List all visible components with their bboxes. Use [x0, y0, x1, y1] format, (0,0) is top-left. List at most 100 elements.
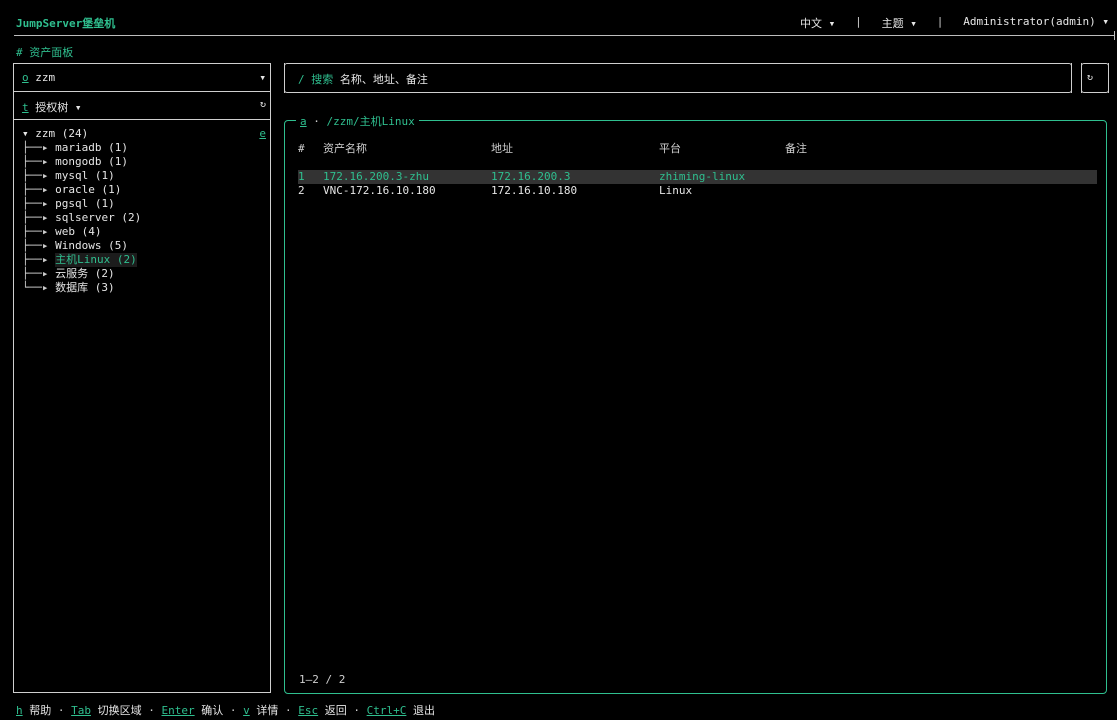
tree-tab-divider: [13, 119, 271, 120]
footer-hints: h 帮助 · Tab 切换区域 · Enter 确认 · v 详情 · Esc …: [16, 702, 435, 718]
tree-node-label: 数据库 (3): [55, 281, 115, 294]
header-divider-tick: [1114, 31, 1115, 40]
table-row[interactable]: 2 VNC-172.16.10.180 172.16.10.180 Linux: [298, 184, 1097, 198]
tree-connector: ├──▸: [22, 183, 56, 196]
header-menu: 中文 ▾ | 主题 ▾ | Administrator(admin) ▾: [800, 15, 1109, 31]
chevron-down-icon: ▾: [910, 17, 917, 30]
asset-tree: ▾ zzm (24) e ├──▸ mariadb (1) ├──▸ mongod…: [22, 127, 266, 295]
tree-connector: ├──▸: [22, 211, 56, 224]
tree-node-label: web (4): [55, 225, 102, 238]
chevron-down-icon: ▾: [259, 71, 266, 84]
theme-label: 主题: [881, 17, 904, 30]
pagination: 1–2 / 2: [299, 673, 346, 686]
tree-node[interactable]: ├──▸ mongodb (1): [22, 155, 266, 169]
tree-connector: ├──▸: [22, 267, 56, 280]
language-label: 中文: [800, 17, 823, 30]
footer-key: Enter: [161, 704, 195, 717]
tree-node[interactable]: ├──▸ web (4): [22, 225, 266, 239]
footer-separator: ·: [51, 704, 72, 717]
tree-node[interactable]: ├──▸ 云服务 (2): [22, 267, 266, 281]
tree-node[interactable]: ├──▸ mariadb (1): [22, 141, 266, 155]
tree-node[interactable]: ├──▸ oracle (1): [22, 183, 266, 197]
footer-separator: ·: [278, 704, 299, 717]
left-panel-top-border: [13, 63, 271, 64]
row-index: 1: [298, 170, 305, 183]
tree-connector: ├──▸: [22, 225, 56, 238]
user-label: Administrator(admin): [963, 15, 1096, 28]
assets-panel-title: a · /zzm/主机Linux: [296, 113, 419, 129]
app-title: JumpServer堡垒机: [16, 17, 116, 30]
search-placeholder: 名称、地址、备注: [339, 73, 428, 86]
asset-address: 172.16.200.3: [491, 170, 571, 183]
footer-label: 确认: [201, 704, 224, 717]
org-select-value: zzm: [35, 71, 56, 84]
column-header-address: 地址: [491, 142, 513, 155]
header-separator: |: [936, 15, 944, 28]
tree-connector: ├──▸: [22, 239, 56, 252]
asset-address: 172.16.10.180: [491, 184, 578, 197]
table-row[interactable]: 1 172.16.200.3-zhu 172.16.200.3 zhiming-…: [298, 170, 1097, 184]
tree-connector: ├──▸: [22, 253, 56, 266]
tree-tab-hotkey: t: [22, 101, 29, 114]
column-header-platform: 平台: [659, 142, 681, 155]
header-divider: [14, 35, 1115, 36]
page-title: # 资产面板: [16, 46, 74, 59]
tree-root[interactable]: ▾ zzm (24) e: [22, 127, 266, 141]
chevron-down-icon[interactable]: ▾: [22, 127, 29, 140]
tree-node-label: oracle (1): [55, 183, 122, 196]
column-header-name: 资产名称: [323, 142, 367, 155]
refresh-button[interactable]: ↻: [1087, 72, 1093, 83]
row-index: 2: [298, 184, 305, 197]
org-select[interactable]: o zzm ▾: [22, 71, 266, 84]
tree-node[interactable]: ├──▸ mysql (1): [22, 169, 266, 183]
table-header: # 资产名称 地址 平台 备注: [298, 142, 1097, 156]
asset-name: VNC-172.16.10.180: [323, 184, 436, 197]
org-select-divider: [13, 91, 271, 92]
tree-node-label: Windows (5): [55, 239, 128, 252]
tree-node[interactable]: ├──▸ pgsql (1): [22, 197, 266, 211]
tree-root-label: zzm (24): [35, 127, 89, 140]
search-input[interactable]: / 搜索 名称、地址、备注: [298, 71, 428, 87]
header-separator: |: [855, 15, 862, 28]
tree-connector: ├──▸: [22, 197, 56, 210]
assets-path: /zzm/主机Linux: [326, 115, 415, 128]
tree-node[interactable]: ├──▸ 主机Linux (2): [22, 253, 266, 267]
footer-key: v: [243, 704, 250, 717]
footer-separator: ·: [223, 704, 244, 717]
chevron-down-icon: ▾: [1102, 15, 1109, 28]
footer-key: h: [16, 704, 23, 717]
tree-tab[interactable]: t 授权树 ▾ ↻: [22, 99, 266, 115]
column-header-index: #: [298, 142, 305, 155]
asset-name: 172.16.200.3-zhu: [323, 170, 429, 183]
tree-node-label: pgsql (1): [55, 197, 115, 210]
asset-platform: zhiming-linux: [659, 170, 746, 183]
footer-separator: ·: [346, 704, 367, 717]
footer-separator: ·: [141, 704, 162, 717]
edit-hotkey[interactable]: e: [259, 127, 266, 141]
tree-node[interactable]: └──▸ 数据库 (3): [22, 281, 266, 295]
tree-connector: ├──▸: [22, 155, 56, 168]
chevron-down-icon: ▾: [74, 101, 82, 114]
refresh-box[interactable]: [1081, 63, 1109, 93]
user-menu[interactable]: Administrator(admin) ▾: [963, 15, 1109, 31]
language-select[interactable]: 中文 ▾: [800, 15, 835, 31]
left-panel-bottom-border: [13, 692, 271, 693]
tree-node-label: mariadb (1): [55, 141, 128, 154]
tree-connector: └──▸: [22, 281, 56, 294]
tree-node[interactable]: ├──▸ sqlserver (2): [22, 211, 266, 225]
footer-key: Esc: [298, 704, 319, 717]
tree-node-label: mysql (1): [55, 169, 115, 182]
refresh-icon[interactable]: ↻: [260, 99, 266, 115]
tree-node-label: 主机Linux (2): [55, 253, 137, 267]
tree-connector: ├──▸: [22, 141, 56, 154]
theme-select[interactable]: 主题 ▾: [882, 15, 917, 31]
footer-label: 退出: [413, 704, 435, 717]
tree-node[interactable]: ├──▸ Windows (5): [22, 239, 266, 253]
assets-title-separator: ·: [306, 115, 327, 128]
footer-label: 切换区域: [97, 704, 142, 717]
assets-hotkey: a: [300, 115, 307, 128]
column-header-note: 备注: [785, 142, 807, 155]
refresh-icon: ↻: [1087, 72, 1094, 83]
footer-label: 返回: [324, 704, 347, 717]
footer-key: Ctrl+C: [366, 704, 407, 717]
